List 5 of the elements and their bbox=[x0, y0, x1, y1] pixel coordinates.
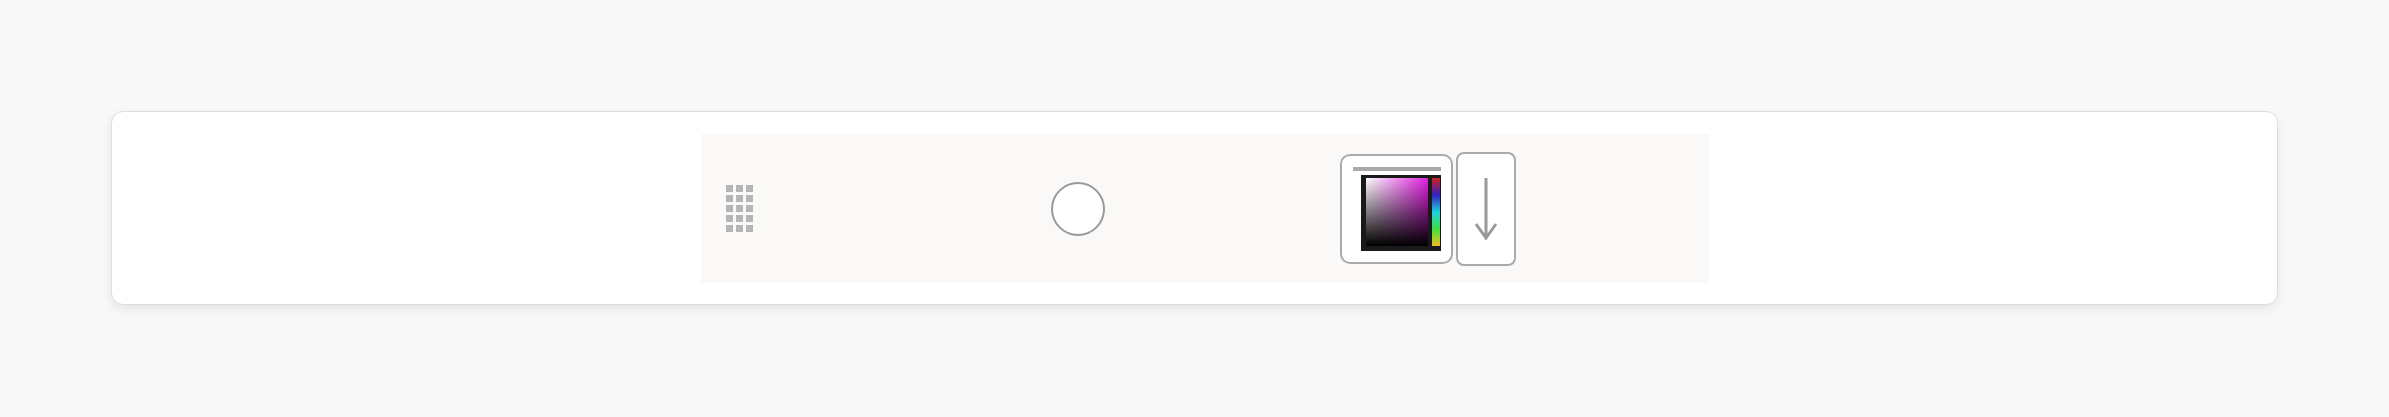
color-picker-button[interactable] bbox=[1340, 153, 1453, 264]
color-gradient-icon bbox=[1352, 166, 1441, 251]
down-arrow-icon bbox=[1474, 177, 1498, 240]
radio-button[interactable] bbox=[1051, 181, 1105, 236]
drag-handle-icon[interactable] bbox=[726, 185, 753, 232]
